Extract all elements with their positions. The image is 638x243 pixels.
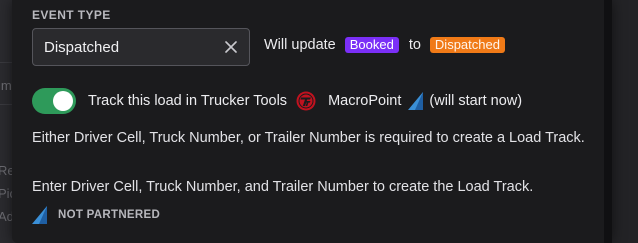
event-type-label: EVENT TYPE [32, 8, 111, 22]
track-load-label: Track this load in Trucker Tools [88, 93, 288, 109]
will-update-text: Will update [264, 37, 336, 53]
event-type-select[interactable]: Dispatched [32, 28, 250, 66]
to-status-badge: Dispatched [429, 37, 505, 53]
load-track-instruction-text: Enter Driver Cell, Truck Number, and Tra… [32, 179, 534, 195]
macropoint-logo-icon [408, 92, 424, 110]
to-text: to [408, 37, 421, 53]
scrollbar-track[interactable] [604, 0, 612, 243]
macropoint-label: MacroPoint [328, 93, 402, 109]
macropoint-start-note: (will start now) [429, 93, 523, 109]
tracking-row: Track this load in Trucker Tools MacroPo… [32, 88, 522, 114]
trucker-tools-logo-icon [296, 91, 316, 111]
event-type-value: Dispatched [44, 38, 120, 56]
toggle-knob [53, 91, 73, 111]
track-load-toggle[interactable] [32, 88, 76, 114]
close-icon[interactable] [223, 39, 239, 55]
partner-status-row: NOT PARTNERED [32, 206, 160, 224]
status-update-summary: Will update Booked to Dispatched [264, 37, 505, 53]
macropoint-logo-icon [32, 206, 48, 224]
background-text: im [0, 78, 12, 93]
load-track-requirement-text: Either Driver Cell, Truck Number, or Tra… [32, 130, 585, 146]
update-status-panel: EVENT TYPE Dispatched Will update Booked… [12, 0, 612, 243]
from-status-badge: Booked [344, 37, 399, 53]
partner-status-label: NOT PARTNERED [58, 209, 161, 221]
